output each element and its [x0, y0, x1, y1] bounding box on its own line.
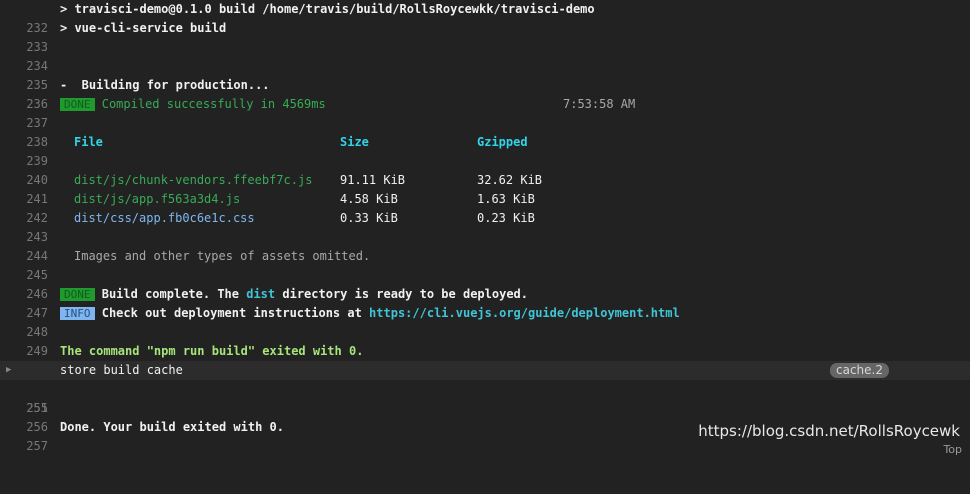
info-tag: INFO: [60, 307, 95, 320]
done-tag: DONE: [60, 98, 95, 111]
fold-line-store-build-cache[interactable]: ▶ 251 store build cache cache.2: [0, 361, 970, 415]
log-line: 234: [0, 38, 970, 73]
final-status: Done. Your build exited with 0.: [60, 420, 284, 434]
build-log: 232 > travisci-demo@0.1.0 build /home/tr…: [0, 0, 970, 453]
column-header-file: File: [74, 135, 103, 149]
asset-gzipped: 0.23 KiB: [477, 211, 535, 225]
asset-gzipped: 1.63 KiB: [477, 192, 535, 206]
log-text: INFO Check out deployment instructions a…: [60, 304, 680, 323]
deploy-instructions-text: Check out deployment instructions at: [101, 306, 370, 320]
log-line: 244: [0, 228, 970, 263]
log-line: 235: [0, 57, 970, 92]
log-line: 242 dist/js/app.f563a3d4.js 4.58 KiB 1.6…: [0, 190, 970, 225]
log-line: 249: [0, 323, 970, 358]
log-line: 245 Images and other types of assets omi…: [0, 247, 970, 282]
exit-status-message: The command "npm run build" exited with …: [60, 344, 364, 358]
csdn-watermark: https://blog.csdn.net/RollsRoycewk: [698, 422, 960, 440]
compile-message: Compiled successfully in 4569ms: [101, 97, 326, 111]
line-number[interactable]: 257: [0, 437, 48, 456]
log-line: 248 INFO Check out deployment instructio…: [0, 304, 970, 339]
log-line: 241 dist/js/chunk-vendors.ffeebf7c.js 91…: [0, 171, 970, 206]
asset-size: 91.11 KiB: [340, 173, 406, 187]
build-complete-text-end: directory is ready to be deployed.: [275, 287, 529, 301]
log-text: - Building for production...: [60, 78, 270, 92]
log-line: 236 - Building for production...: [0, 76, 970, 111]
log-line: 240: [0, 152, 970, 187]
log-line: 232 > travisci-demo@0.1.0 build /home/tr…: [0, 0, 970, 35]
dist-word: dist: [246, 287, 276, 301]
scroll-to-top-link[interactable]: Top: [943, 444, 962, 455]
assets-omitted-note: Images and other types of assets omitted…: [74, 249, 371, 263]
asset-size: 4.58 KiB: [340, 192, 398, 206]
asset-gzipped: 32.62 KiB: [477, 173, 543, 187]
timestamp: 7:53:58 AM: [563, 97, 636, 111]
fold-title: store build cache: [60, 363, 183, 377]
deployment-link[interactable]: https://cli.vuejs.org/guide/deployment.h…: [369, 306, 680, 320]
done-tag: DONE: [60, 288, 95, 301]
log-line: 247 DONE Build complete. The dist direct…: [0, 285, 970, 320]
asset-file: dist/css/app.fb0c6e1c.css: [74, 211, 255, 225]
caret-right-icon[interactable]: ▶: [6, 361, 11, 380]
asset-file: dist/js/app.f563a3d4.js: [74, 192, 241, 206]
log-line: 255: [0, 380, 970, 415]
log-line: 250 The command "npm run build" exited w…: [0, 342, 970, 377]
build-complete-text: Build complete. The: [101, 287, 247, 301]
log-line: 239 File Size Gzipped: [0, 133, 970, 168]
column-header-gzipped: Gzipped: [477, 135, 528, 149]
log-text: DONE Compiled successfully in 4569ms: [60, 95, 326, 114]
log-text: DONE Build complete. The dist directory …: [60, 285, 528, 304]
log-text: > travisci-demo@0.1.0 build /home/travis…: [60, 2, 595, 16]
column-header-size: Size: [340, 135, 369, 149]
asset-file: dist/js/chunk-vendors.ffeebf7c.js: [74, 173, 313, 187]
log-line: 233 > vue-cli-service build: [0, 19, 970, 54]
log-line: 238: [0, 114, 970, 149]
fold-label-badge: cache.2: [830, 363, 889, 378]
log-text: > vue-cli-service build: [60, 21, 227, 35]
log-line: 243 dist/css/app.fb0c6e1c.css 0.33 KiB 0…: [0, 209, 970, 244]
log-line: 246: [0, 266, 970, 301]
asset-size: 0.33 KiB: [340, 211, 398, 225]
log-line: 256: [0, 399, 970, 434]
log-line: 237 DONE Compiled successfully in 4569ms…: [0, 95, 970, 130]
